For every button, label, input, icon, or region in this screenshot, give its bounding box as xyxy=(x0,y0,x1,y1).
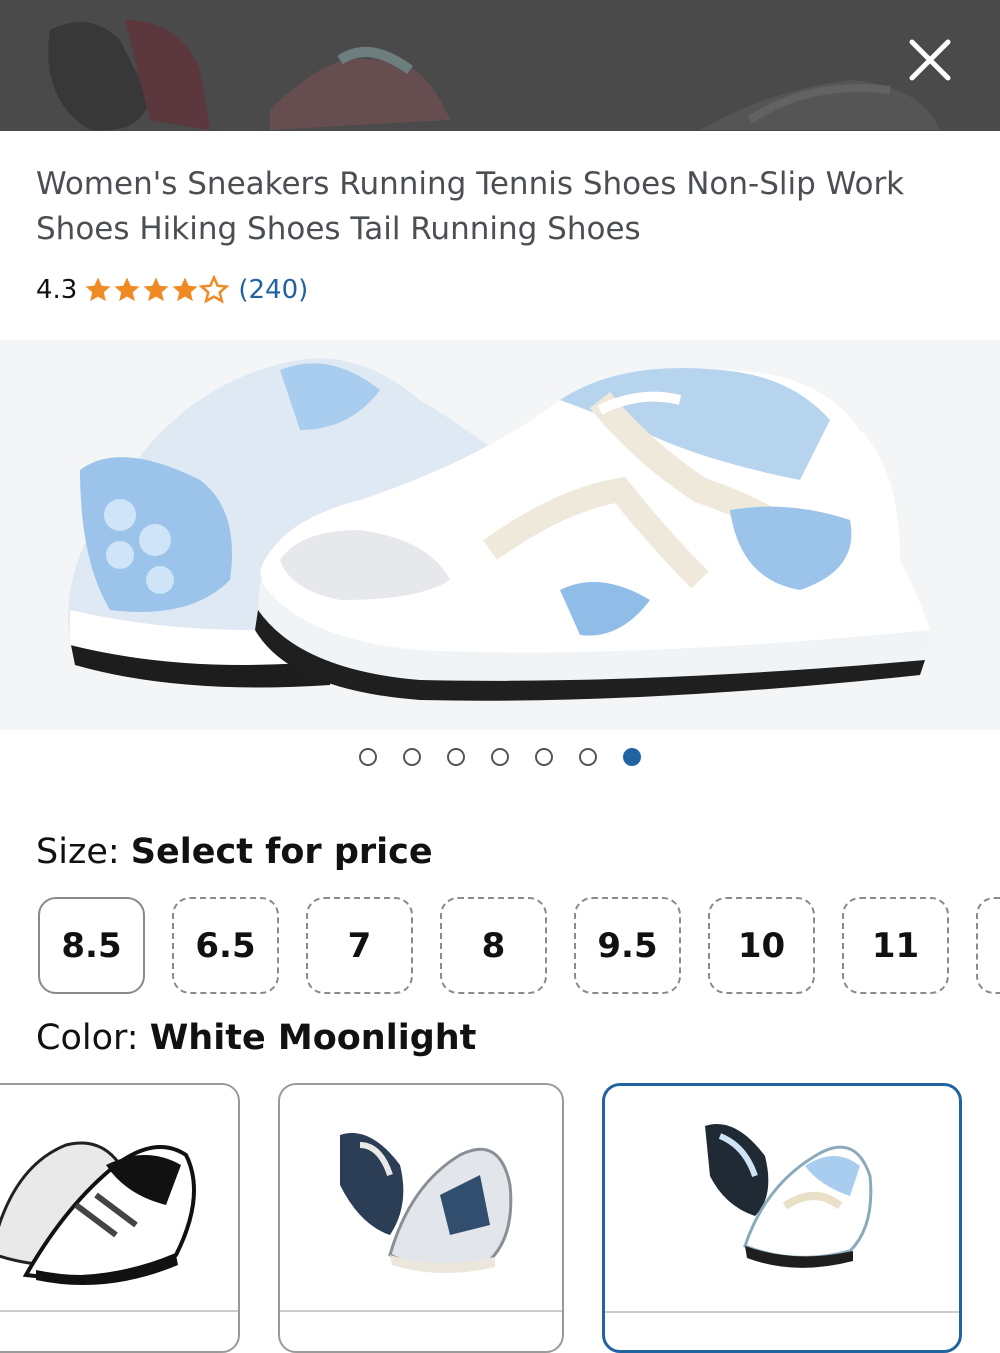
swatch-divider xyxy=(280,1310,562,1312)
size-heading: Size: Select for price xyxy=(36,832,433,872)
color-label: Color: xyxy=(36,1018,150,1058)
carousel-dot[interactable] xyxy=(491,748,509,766)
size-option[interactable]: 9.5 xyxy=(574,897,681,994)
shoe-swatch-image xyxy=(340,1133,513,1274)
star-empty-icon xyxy=(199,275,230,304)
product-title: Women's Sneakers Running Tennis Shoes No… xyxy=(36,166,905,247)
size-option[interactable]: 10 xyxy=(708,897,815,994)
color-swatch-black-white[interactable] xyxy=(0,1083,240,1353)
shoe-swatch-image xyxy=(0,1141,196,1285)
size-option[interactable]: 6.5 xyxy=(172,897,279,994)
shoe-swatch-image xyxy=(705,1124,873,1268)
color-swatch-grey-navy[interactable] xyxy=(278,1083,564,1353)
carousel-dot[interactable] xyxy=(447,748,465,766)
size-option[interactable]: 7 xyxy=(306,897,413,994)
review-count-link[interactable]: (240) xyxy=(238,275,308,305)
product-main-image[interactable] xyxy=(0,340,1000,730)
gallery-strip xyxy=(0,0,1000,131)
color-value: White Moonlight xyxy=(149,1018,477,1058)
size-value: Select for price xyxy=(130,832,433,872)
carousel-dot[interactable] xyxy=(359,748,377,766)
carousel-dot[interactable] xyxy=(403,748,421,766)
star-full-icon xyxy=(143,277,169,302)
carousel-dot[interactable] xyxy=(535,748,553,766)
star-full-icon xyxy=(172,277,198,302)
close-icon[interactable] xyxy=(900,30,960,90)
size-option[interactable]: 11 xyxy=(842,897,949,994)
sneaker-image xyxy=(0,340,1000,730)
carousel-dot[interactable] xyxy=(579,748,597,766)
star-full-icon xyxy=(85,277,111,302)
shoe-thumbnail xyxy=(270,47,450,130)
star-rating xyxy=(83,275,230,305)
size-option[interactable]: 8 xyxy=(440,897,547,994)
rating-row[interactable]: 4.3 (240) xyxy=(36,270,308,310)
swatch-divider xyxy=(0,1310,238,1312)
size-options: 8.5 6.5 7 8 9.5 10 11 xyxy=(38,897,1000,994)
color-heading: Color: White Moonlight xyxy=(36,1018,476,1058)
size-option-partial[interactable] xyxy=(976,897,1000,994)
shoe-thumbnail xyxy=(48,20,210,131)
image-carousel-indicator xyxy=(0,748,1000,766)
star-full-icon xyxy=(114,277,140,302)
color-swatch-white-moonlight[interactable] xyxy=(602,1083,962,1353)
size-option[interactable]: 8.5 xyxy=(38,897,145,994)
size-label: Size: xyxy=(36,832,131,872)
carousel-dot-active[interactable] xyxy=(623,748,641,766)
swatch-divider xyxy=(605,1311,959,1313)
rating-value: 4.3 xyxy=(36,275,78,305)
